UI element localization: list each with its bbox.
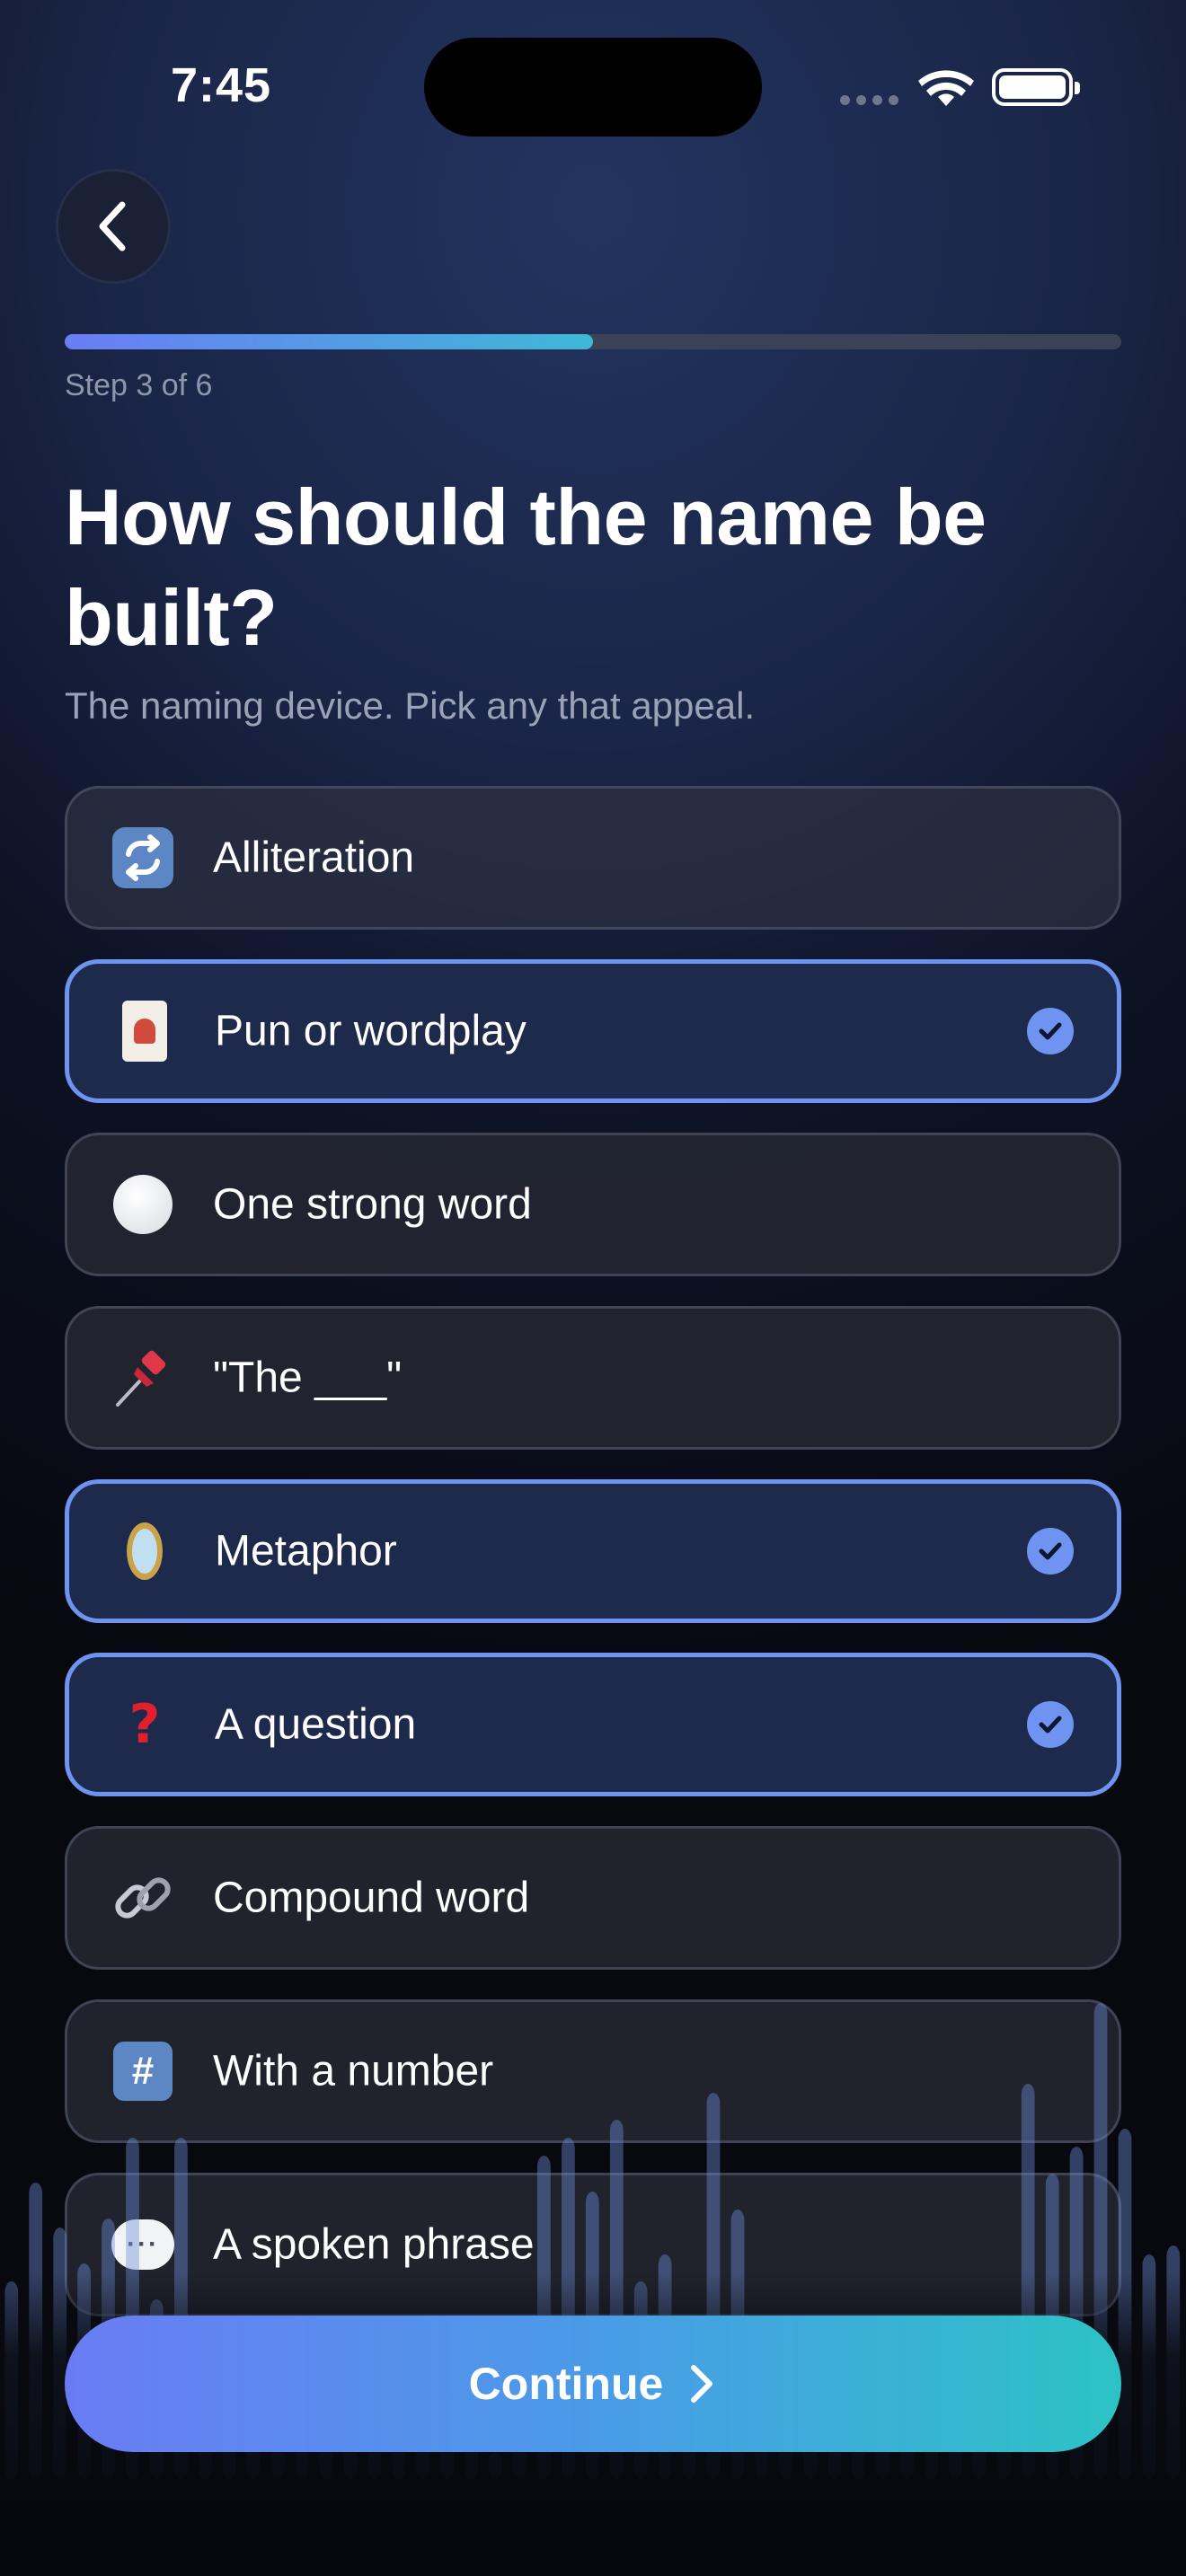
option-label: Metaphor bbox=[215, 1527, 397, 1575]
cellular-signal-icon bbox=[840, 93, 905, 110]
continue-button[interactable]: Continue bbox=[65, 2316, 1121, 2452]
option-the-blank[interactable]: "The ___" bbox=[65, 1306, 1121, 1450]
option-pun-or-wordplay[interactable]: Pun or wordplay bbox=[65, 959, 1121, 1103]
joker-card-icon bbox=[112, 999, 177, 1063]
option-label: "The ___" bbox=[213, 1354, 403, 1402]
option-label: Alliteration bbox=[213, 834, 415, 882]
option-label: Pun or wordplay bbox=[215, 1007, 527, 1055]
page-subtitle: The naming device. Pick any that appeal. bbox=[65, 684, 756, 727]
page-title: How should the name be built? bbox=[65, 472, 987, 662]
battery-icon bbox=[992, 68, 1080, 106]
question-mark-icon: ? bbox=[128, 1693, 161, 1756]
wifi-icon bbox=[918, 70, 974, 106]
progress-fill bbox=[65, 334, 593, 349]
option-metaphor[interactable]: Metaphor bbox=[65, 1479, 1121, 1623]
chevron-left-icon bbox=[99, 201, 126, 251]
option-label: One strong word bbox=[213, 1180, 532, 1229]
dynamic-island bbox=[424, 38, 762, 137]
mirror-icon bbox=[112, 1519, 177, 1584]
progress-bar bbox=[65, 334, 1121, 349]
checkmark-icon bbox=[1027, 1528, 1074, 1575]
continue-label: Continue bbox=[468, 2359, 664, 2409]
status-bar: 7:45 bbox=[0, 0, 1186, 171]
back-button[interactable] bbox=[56, 169, 171, 284]
option-compound-word[interactable]: Compound word bbox=[65, 1826, 1121, 1970]
white-circle-icon bbox=[111, 1172, 175, 1237]
option-label: Compound word bbox=[213, 1874, 530, 1922]
step-label: Step 3 of 6 bbox=[65, 368, 213, 402]
option-alliteration[interactable]: Alliteration bbox=[65, 786, 1121, 930]
checkmark-icon bbox=[1027, 1701, 1074, 1748]
chevron-right-icon bbox=[691, 2365, 713, 2403]
status-time: 7:45 bbox=[171, 58, 272, 112]
repeat-icon bbox=[111, 825, 175, 890]
option-one-strong-word[interactable]: One strong word bbox=[65, 1133, 1121, 1276]
option-a-question[interactable]: ? A question bbox=[65, 1653, 1121, 1796]
checkmark-icon bbox=[1027, 1008, 1074, 1054]
pushpin-icon bbox=[111, 1345, 175, 1410]
link-icon bbox=[111, 1866, 175, 1930]
option-label: A question bbox=[215, 1700, 417, 1749]
